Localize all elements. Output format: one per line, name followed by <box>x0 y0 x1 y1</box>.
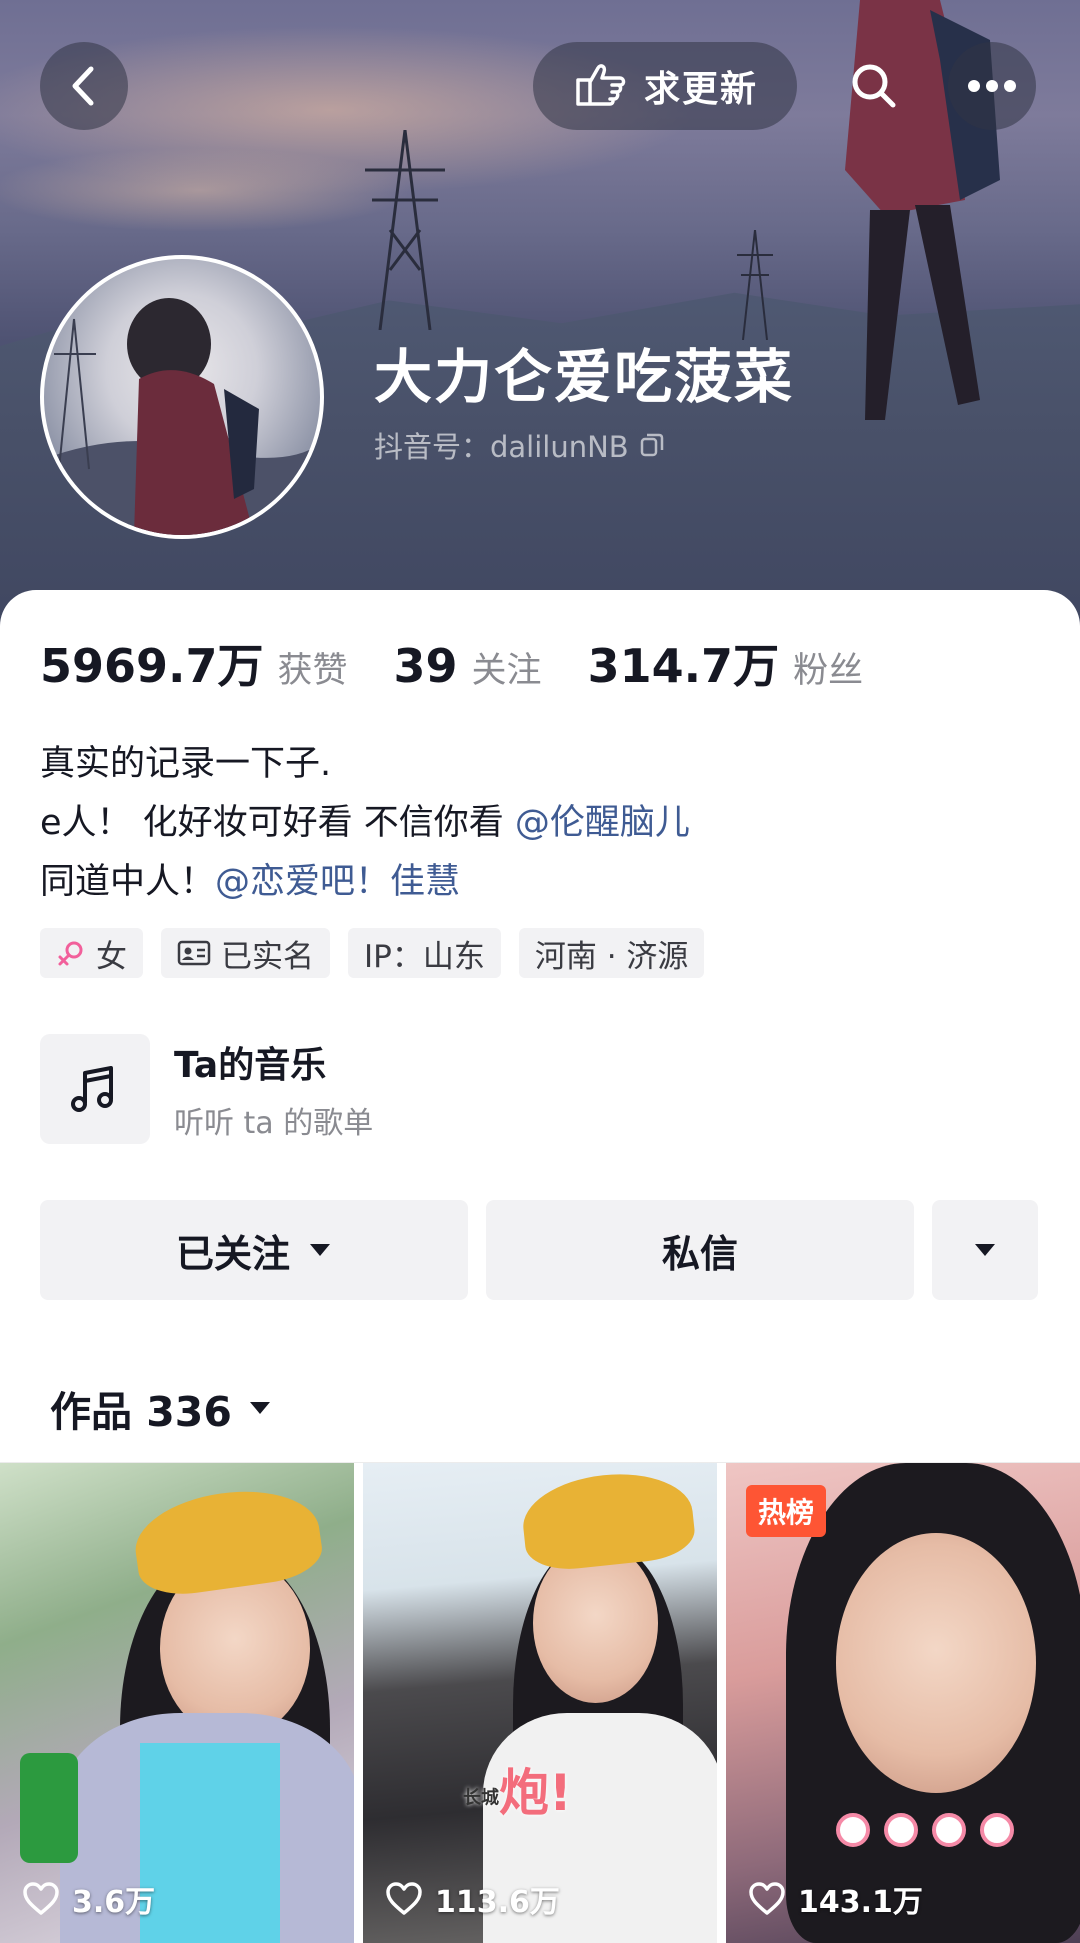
video-likes: 113.6万 <box>385 1877 560 1921</box>
power-tower-graphic-2 <box>737 230 773 340</box>
location-tag: 河南 · 济源 <box>518 928 705 978</box>
location-label: 河南 · 济源 <box>534 938 689 975</box>
heart-icon <box>386 1882 422 1915</box>
video-likes: 3.6万 <box>22 1877 155 1921</box>
ip-label: IP：山东 <box>364 938 485 975</box>
thumbnail-cap-graphic <box>518 1466 698 1574</box>
id-card-icon <box>177 940 211 966</box>
thumbnail-caption: 长城炮! <box>463 1753 572 1825</box>
music-icon-box <box>40 1034 150 1144</box>
following-label[interactable]: 关注 <box>472 642 542 693</box>
works-tab[interactable]: 作品 336 <box>50 1378 272 1438</box>
video-likes-count: 113.6万 <box>435 1885 560 1920</box>
works-label: 作品 336 <box>50 1388 232 1436</box>
gender-tag: 女 <box>40 928 143 978</box>
video-likes: 143.1万 <box>748 1877 923 1921</box>
thumbnail-cap-graphic <box>129 1480 326 1601</box>
message-button[interactable]: 私信 <box>486 1200 914 1300</box>
profile-nickname: 大力仑爱吃菠菜 <box>374 343 795 411</box>
profile-bio: 真实的记录一下子. e人！ 化好妆可好看 不信你看 @伦醒脑儿 同道中人！@恋爱… <box>40 735 690 912</box>
search-button[interactable] <box>830 42 918 130</box>
profile-cover: 求更新 大力仑爱吃菠菜 抖音号：dalilunNB <box>0 0 1080 640</box>
thumbnail-dots-graphic <box>836 1813 1014 1847</box>
video-thumbnail[interactable]: 3.6万 <box>0 1463 354 1943</box>
thumbnail-can-graphic <box>20 1753 78 1863</box>
music-note-icon <box>71 1066 113 1112</box>
expand-recommend-button[interactable] <box>932 1200 1038 1300</box>
avatar[interactable] <box>40 255 324 539</box>
request-update-button[interactable]: 求更新 <box>533 42 797 130</box>
profile-stats: 5969.7万 获赞 39 关注 314.7万 粉丝 <box>40 630 909 696</box>
followed-label: 已关注 <box>175 1231 290 1276</box>
video-thumbnail[interactable]: 长城炮! 113.6万 <box>363 1463 717 1943</box>
ip-tag: IP：山东 <box>348 928 501 978</box>
power-tower-graphic <box>365 130 445 330</box>
hot-list-badge: 热榜 <box>746 1485 827 1537</box>
pointing-hand-icon <box>576 64 626 106</box>
bio-line-1: 真实的记录一下子. <box>40 744 332 784</box>
music-subtitle: 听听 ta 的歌单 <box>174 1106 374 1141</box>
caret-down-icon <box>249 1402 270 1414</box>
heart-icon <box>23 1882 59 1915</box>
bio-mention-2[interactable]: @恋爱吧！佳慧 <box>215 862 460 902</box>
music-entry[interactable]: Ta的音乐 听听 ta 的歌单 <box>40 1034 1040 1144</box>
chevron-left-icon <box>72 66 94 106</box>
thumbnail-caption-small: 长城 <box>463 1787 499 1809</box>
profile-tags: 女 已实名 IP：山东 河南 · 济源 <box>40 928 705 978</box>
search-icon <box>852 64 896 108</box>
caret-down-icon <box>310 1244 330 1256</box>
avatar-figure-graphic <box>44 298 320 535</box>
message-label: 私信 <box>661 1231 738 1276</box>
verified-tag: 已实名 <box>161 928 330 978</box>
video-likes-count: 3.6万 <box>72 1885 156 1920</box>
more-dots-icon <box>968 80 1016 92</box>
more-button[interactable] <box>948 42 1036 130</box>
back-button[interactable] <box>40 42 128 130</box>
female-symbol-icon <box>58 941 83 966</box>
followed-button[interactable]: 已关注 <box>40 1200 468 1300</box>
douyin-id-text: 抖音号：dalilunNB <box>374 430 629 464</box>
bio-line-2-text: e人！ 化好妆可好看 不信你看 <box>40 803 515 843</box>
video-likes-count: 143.1万 <box>798 1885 923 1920</box>
heart-icon <box>749 1882 785 1915</box>
caret-down-icon <box>975 1244 995 1256</box>
copy-icon[interactable] <box>639 432 665 458</box>
bio-line-2: e人！ 化好妆可好看 不信你看 @伦醒脑儿 <box>40 794 690 853</box>
thumbnail-face-graphic <box>836 1533 1036 1793</box>
likes-count: 5969.7万 <box>40 639 264 693</box>
followers-label[interactable]: 粉丝 <box>793 642 863 693</box>
gender-label: 女 <box>96 938 127 975</box>
video-thumbnail[interactable]: 热榜 143.1万 <box>726 1463 1080 1943</box>
bio-line-3-text: 同道中人！ <box>40 862 216 902</box>
thumbnail-caption-main: 炮! <box>499 1764 572 1822</box>
likes-label: 获赞 <box>277 651 348 691</box>
music-title: Ta的音乐 <box>174 1045 327 1086</box>
request-update-label: 求更新 <box>643 69 758 110</box>
douyin-id[interactable]: 抖音号：dalilunNB <box>374 424 665 466</box>
followers-count[interactable]: 314.7万 <box>588 630 780 696</box>
following-count[interactable]: 39 <box>394 639 458 693</box>
bio-mention-1[interactable]: @伦醒脑儿 <box>515 803 690 843</box>
bio-line-3: 同道中人！@恋爱吧！佳慧 <box>40 853 690 912</box>
thumbnail-shirt-graphic <box>140 1743 280 1943</box>
verified-label: 已实名 <box>221 938 314 975</box>
